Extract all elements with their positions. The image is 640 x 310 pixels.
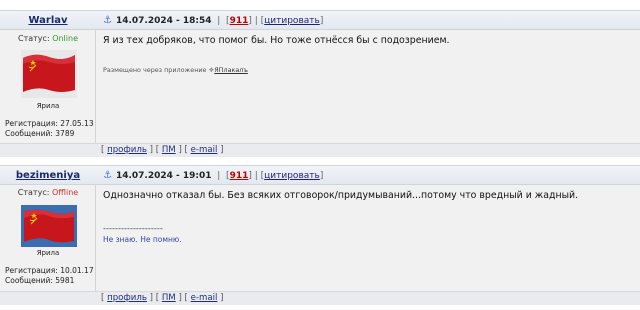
signature-divider: -------------------- <box>103 223 163 233</box>
post-date: 14.07.2024 - 19:01 <box>115 171 212 181</box>
post-header-info: ⚓ 14.07.2024 - 19:01 | [911] | [цитироват… <box>103 170 323 181</box>
post: bezimeniya ⚓ 14.07.2024 - 19:01 | [911] |… <box>0 0 640 310</box>
pm-link[interactable]: ПМ <box>162 293 176 303</box>
post-body: Статус: Offline Ярила Регистрация: 10.01… <box>0 185 640 291</box>
email-link[interactable]: e-mail <box>191 293 218 303</box>
profile-link[interactable]: профиль <box>107 293 147 303</box>
quote-link[interactable]: цитировать <box>264 171 320 181</box>
karma-count-link[interactable]: 911 <box>230 171 249 181</box>
separator: ] <box>319 171 324 181</box>
username-link[interactable]: bezimeniya <box>0 170 96 181</box>
message-count: Сообщений: 5981 <box>5 276 75 285</box>
separator: | [ <box>214 171 230 181</box>
avatar[interactable] <box>21 205 77 247</box>
avatar-caption: Ярила <box>36 249 60 257</box>
signature: Не знаю. Не помню. <box>103 235 182 244</box>
status-value: Offline <box>51 188 79 197</box>
post-header: bezimeniya ⚓ 14.07.2024 - 19:01 | [911] |… <box>0 165 640 185</box>
user-status: Статус: Offline <box>0 188 96 197</box>
footer-links: [ профиль ] [ ПМ ] [ e-mail ] <box>101 293 224 303</box>
separator: ] | [ <box>248 171 265 181</box>
user-meta: Регистрация: 10.01.17 Сообщений: 5981 <box>5 266 94 286</box>
post-message: Однозначно отказал бы. Без всяких отгово… <box>103 190 579 201</box>
registration-date: Регистрация: 10.01.17 <box>5 266 94 275</box>
post-footer: [ профиль ] [ ПМ ] [ e-mail ] <box>0 291 640 305</box>
user-info-panel: Статус: Offline Ярила Регистрация: 10.01… <box>0 185 96 291</box>
anchor-icon[interactable]: ⚓ <box>103 170 112 181</box>
status-label: Статус: <box>17 188 50 197</box>
soviet-flag-image <box>21 205 77 247</box>
